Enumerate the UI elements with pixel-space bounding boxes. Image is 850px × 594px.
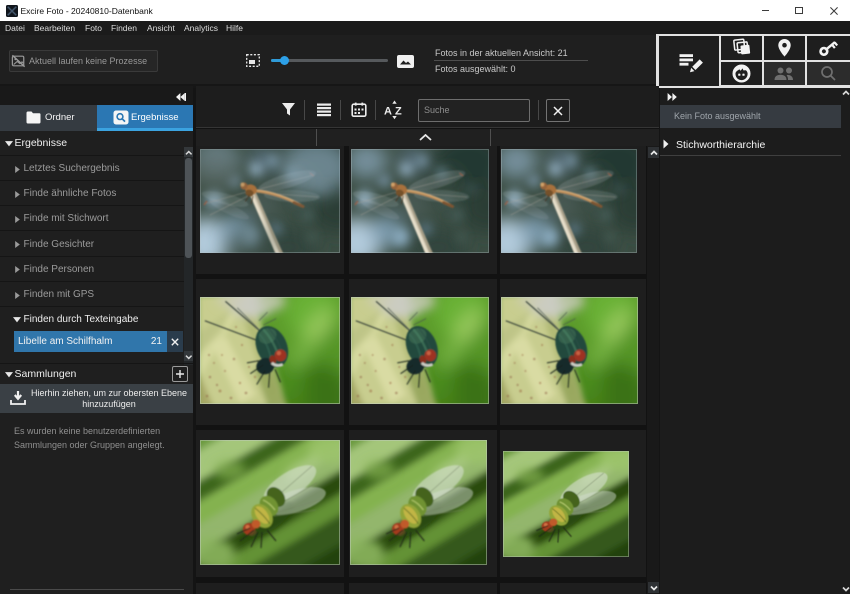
svg-text:Z: Z — [395, 106, 402, 118]
svg-text:A: A — [384, 106, 392, 118]
